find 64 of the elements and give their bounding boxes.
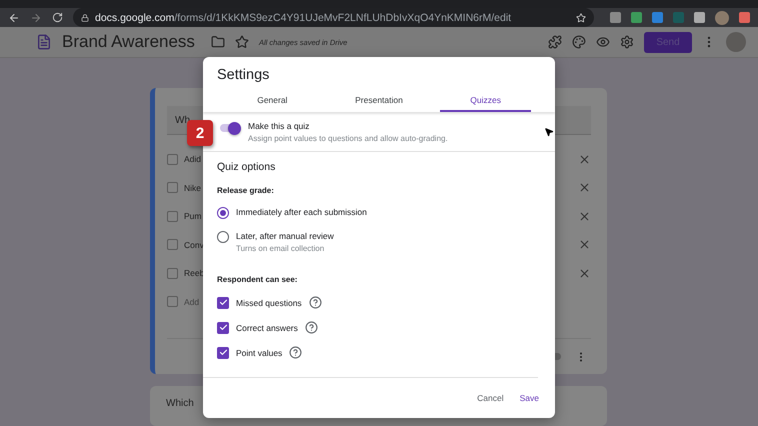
radio-button[interactable] xyxy=(217,231,229,243)
form-title[interactable]: Brand Awareness xyxy=(62,32,195,52)
folder-icon[interactable] xyxy=(210,35,225,50)
close-icon[interactable] xyxy=(578,181,591,194)
close-icon[interactable] xyxy=(578,238,591,252)
palette-icon[interactable] xyxy=(572,35,586,50)
dialog-title: Settings xyxy=(216,66,270,83)
checkbox[interactable] xyxy=(167,268,178,279)
checkbox[interactable] xyxy=(167,210,178,222)
checkbox[interactable] xyxy=(217,322,229,334)
preview-eye-icon[interactable] xyxy=(596,35,610,50)
tab[interactable]: Quizzes xyxy=(440,89,531,112)
checkbox-label[interactable]: Missed questions xyxy=(236,298,302,308)
close-icon[interactable] xyxy=(578,266,591,280)
checkbox-label[interactable]: Point values xyxy=(236,348,282,358)
checkbox[interactable] xyxy=(167,182,178,194)
reload-icon[interactable] xyxy=(52,12,63,24)
update-icon[interactable] xyxy=(739,12,750,24)
radio-label[interactable]: Later, after manual review xyxy=(236,231,334,241)
profile-avatar[interactable] xyxy=(715,10,729,25)
radio-hint: Turns on email collection xyxy=(236,244,326,253)
toggle-description: Assign point values to questions and allow auto-grading. xyxy=(248,134,448,143)
address-bar[interactable]: docs.google.com/forms/d/1KkKMS9ezC4Y91UJeMvF2LNfLUhDbIvXqO4YnKMIN6rM/edit xyxy=(73,8,594,28)
checkbox-outline xyxy=(167,296,178,308)
puzzle-icon[interactable] xyxy=(548,35,562,50)
checkbox[interactable] xyxy=(167,239,178,250)
radio-label[interactable]: Immediately after each submission xyxy=(236,207,367,217)
help-icon[interactable] xyxy=(308,296,322,309)
form-icon xyxy=(36,34,52,50)
option-text[interactable]: Adid xyxy=(184,154,202,164)
release-heading: Release grade: xyxy=(217,186,275,195)
forward-icon[interactable] xyxy=(30,12,42,24)
bookmark-star-icon[interactable] xyxy=(576,12,586,23)
toggle-label: Make this a quiz xyxy=(248,121,310,131)
help-icon[interactable] xyxy=(304,321,318,334)
save-button[interactable]: Save xyxy=(518,389,541,407)
checkbox-label[interactable]: Correct answers xyxy=(236,322,298,332)
settings-icon[interactable] xyxy=(620,35,634,50)
checkbox[interactable] xyxy=(217,296,229,308)
close-icon[interactable] xyxy=(578,210,591,223)
question-title: Which xyxy=(166,398,194,409)
extension-icon[interactable] xyxy=(652,12,663,24)
close-icon[interactable] xyxy=(578,152,591,166)
option-text[interactable]: Pum xyxy=(184,211,202,222)
lock-icon xyxy=(81,14,89,22)
option-text[interactable]: Conv xyxy=(184,240,204,250)
extension-icon[interactable] xyxy=(631,12,642,24)
respondent-heading: Respondent can see: xyxy=(217,275,298,284)
tab[interactable]: Presentation xyxy=(334,89,424,112)
step-badge: 2 xyxy=(187,120,213,146)
back-icon[interactable] xyxy=(8,12,20,24)
extension-icon[interactable] xyxy=(610,12,621,24)
radio-button[interactable] xyxy=(217,207,229,219)
option-text[interactable]: Nike xyxy=(184,182,202,193)
cancel-button[interactable]: Cancel xyxy=(475,389,506,407)
quiz-toggle[interactable] xyxy=(220,124,240,132)
section-title: Quiz options xyxy=(217,161,276,173)
help-icon[interactable] xyxy=(289,346,302,359)
checkbox[interactable] xyxy=(217,346,229,358)
tab[interactable]: General xyxy=(227,89,318,112)
checkbox[interactable] xyxy=(167,154,178,165)
cursor-icon xyxy=(544,127,554,137)
extension-icon[interactable] xyxy=(694,12,705,24)
star-icon[interactable] xyxy=(234,35,249,50)
